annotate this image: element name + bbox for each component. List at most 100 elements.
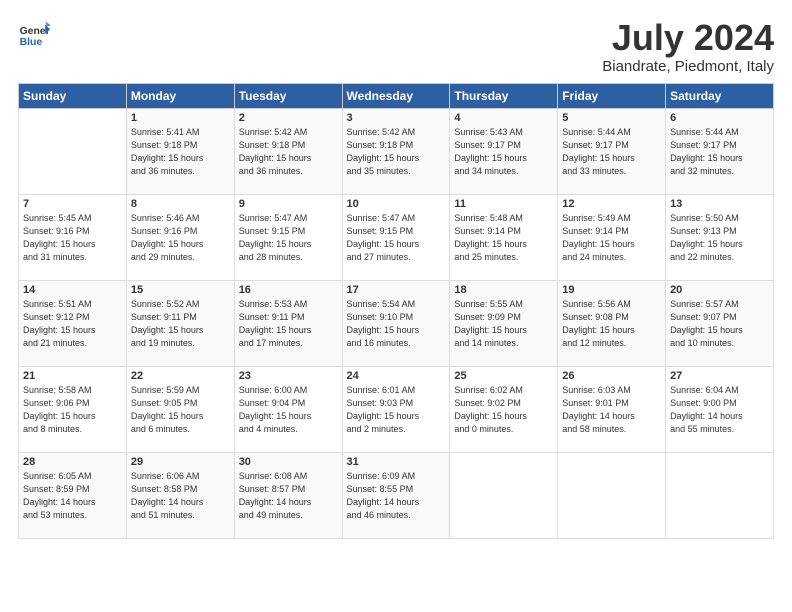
day-cell: 9 Sunrise: 5:47 AM Sunset: 9:15 PM Daylig… bbox=[234, 194, 342, 280]
day-info: Sunrise: 6:06 AM Sunset: 8:58 PM Dayligh… bbox=[131, 470, 230, 522]
day-info: Sunrise: 5:53 AM Sunset: 9:11 PM Dayligh… bbox=[239, 298, 338, 350]
week-row-5: 28Sunrise: 6:05 AM Sunset: 8:59 PM Dayli… bbox=[19, 452, 774, 538]
day-number: 1 bbox=[131, 112, 230, 124]
day-info: Sunrise: 5:55 AM Sunset: 9:09 PM Dayligh… bbox=[454, 298, 553, 350]
day-number: 9 bbox=[239, 198, 338, 210]
svg-text:Blue: Blue bbox=[20, 37, 43, 48]
day-info: Sunrise: 6:01 AM Sunset: 9:03 PM Dayligh… bbox=[347, 384, 446, 436]
day-number: 23 bbox=[239, 370, 338, 382]
day-cell: 3Sunrise: 5:42 AM Sunset: 9:18 PM Daylig… bbox=[342, 108, 450, 194]
day-cell: 27 Sunrise: 6:04 AM Sunset: 9:00 PM Dayli… bbox=[666, 366, 774, 452]
day-cell: 31Sunrise: 6:09 AM Sunset: 8:55 PM Dayli… bbox=[342, 452, 450, 538]
day-info: Sunrise: 5:45 AM Sunset: 9:16 PM Dayligh… bbox=[23, 212, 122, 264]
day-cell: 13 Sunrise: 5:50 AM Sunset: 9:13 PM Dayli… bbox=[666, 194, 774, 280]
day-cell: 4Sunrise: 5:43 AM Sunset: 9:17 PM Daylig… bbox=[450, 108, 558, 194]
day-cell: 14 Sunrise: 5:51 AM Sunset: 9:12 PM Dayli… bbox=[19, 280, 127, 366]
calendar-table: SundayMondayTuesdayWednesdayThursdayFrid… bbox=[18, 83, 774, 539]
day-cell: 25 Sunrise: 6:02 AM Sunset: 9:02 PM Dayli… bbox=[450, 366, 558, 452]
day-info: Sunrise: 5:54 AM Sunset: 9:10 PM Dayligh… bbox=[347, 298, 446, 350]
day-number: 15 bbox=[131, 284, 230, 296]
day-number: 20 bbox=[670, 284, 769, 296]
day-cell: 7 Sunrise: 5:45 AM Sunset: 9:16 PM Daylig… bbox=[19, 194, 127, 280]
header-day-thursday: Thursday bbox=[450, 83, 558, 108]
day-cell bbox=[558, 452, 666, 538]
day-info: Sunrise: 5:46 AM Sunset: 9:16 PM Dayligh… bbox=[131, 212, 230, 264]
day-cell: 17 Sunrise: 5:54 AM Sunset: 9:10 PM Dayli… bbox=[342, 280, 450, 366]
day-info: Sunrise: 6:09 AM Sunset: 8:55 PM Dayligh… bbox=[347, 470, 446, 522]
day-number: 8 bbox=[131, 198, 230, 210]
week-row-1: 1 Sunrise: 5:41 AM Sunset: 9:18 PM Daylig… bbox=[19, 108, 774, 194]
day-cell: 22 Sunrise: 5:59 AM Sunset: 9:05 PM Dayli… bbox=[126, 366, 234, 452]
day-cell: 2Sunrise: 5:42 AM Sunset: 9:18 PM Daylig… bbox=[234, 108, 342, 194]
day-number: 27 bbox=[670, 370, 769, 382]
main-container: General Blue July 2024 Biandrate, Piedmo… bbox=[0, 0, 792, 549]
day-number: 16 bbox=[239, 284, 338, 296]
day-number: 29 bbox=[131, 456, 230, 468]
day-number: 21 bbox=[23, 370, 122, 382]
day-info: Sunrise: 6:02 AM Sunset: 9:02 PM Dayligh… bbox=[454, 384, 553, 436]
title-block: July 2024 Biandrate, Piedmont, Italy bbox=[602, 18, 774, 75]
day-info: Sunrise: 6:05 AM Sunset: 8:59 PM Dayligh… bbox=[23, 470, 122, 522]
day-cell: 23 Sunrise: 6:00 AM Sunset: 9:04 PM Dayli… bbox=[234, 366, 342, 452]
day-number: 30 bbox=[239, 456, 338, 468]
logo-icon: General Blue bbox=[18, 18, 50, 50]
day-info: Sunrise: 5:42 AM Sunset: 9:18 PM Dayligh… bbox=[239, 126, 338, 178]
day-cell: 12 Sunrise: 5:49 AM Sunset: 9:14 PM Dayli… bbox=[558, 194, 666, 280]
day-info: Sunrise: 5:56 AM Sunset: 9:08 PM Dayligh… bbox=[562, 298, 661, 350]
day-info: Sunrise: 6:04 AM Sunset: 9:00 PM Dayligh… bbox=[670, 384, 769, 436]
day-info: Sunrise: 5:58 AM Sunset: 9:06 PM Dayligh… bbox=[23, 384, 122, 436]
week-row-4: 21 Sunrise: 5:58 AM Sunset: 9:06 PM Dayli… bbox=[19, 366, 774, 452]
week-row-2: 7 Sunrise: 5:45 AM Sunset: 9:16 PM Daylig… bbox=[19, 194, 774, 280]
day-info: Sunrise: 5:48 AM Sunset: 9:14 PM Dayligh… bbox=[454, 212, 553, 264]
day-number: 14 bbox=[23, 284, 122, 296]
day-info: Sunrise: 5:49 AM Sunset: 9:14 PM Dayligh… bbox=[562, 212, 661, 264]
day-cell: 11 Sunrise: 5:48 AM Sunset: 9:14 PM Dayli… bbox=[450, 194, 558, 280]
day-info: Sunrise: 6:00 AM Sunset: 9:04 PM Dayligh… bbox=[239, 384, 338, 436]
day-cell: 20 Sunrise: 5:57 AM Sunset: 9:07 PM Dayli… bbox=[666, 280, 774, 366]
day-number: 17 bbox=[347, 284, 446, 296]
day-info: Sunrise: 5:51 AM Sunset: 9:12 PM Dayligh… bbox=[23, 298, 122, 350]
day-cell: 21 Sunrise: 5:58 AM Sunset: 9:06 PM Dayli… bbox=[19, 366, 127, 452]
day-number: 22 bbox=[131, 370, 230, 382]
day-info: Sunrise: 5:47 AM Sunset: 9:15 PM Dayligh… bbox=[239, 212, 338, 264]
day-number: 25 bbox=[454, 370, 553, 382]
day-number: 18 bbox=[454, 284, 553, 296]
day-cell: 15Sunrise: 5:52 AM Sunset: 9:11 PM Dayli… bbox=[126, 280, 234, 366]
day-number: 4 bbox=[454, 112, 553, 124]
day-cell: 29 Sunrise: 6:06 AM Sunset: 8:58 PM Dayli… bbox=[126, 452, 234, 538]
day-cell: 19Sunrise: 5:56 AM Sunset: 9:08 PM Dayli… bbox=[558, 280, 666, 366]
day-number: 3 bbox=[347, 112, 446, 124]
day-info: Sunrise: 5:57 AM Sunset: 9:07 PM Dayligh… bbox=[670, 298, 769, 350]
day-info: Sunrise: 5:41 AM Sunset: 9:18 PM Dayligh… bbox=[131, 126, 230, 178]
day-info: Sunrise: 5:47 AM Sunset: 9:15 PM Dayligh… bbox=[347, 212, 446, 264]
day-number: 10 bbox=[347, 198, 446, 210]
day-number: 24 bbox=[347, 370, 446, 382]
day-cell: 18 Sunrise: 5:55 AM Sunset: 9:09 PM Dayli… bbox=[450, 280, 558, 366]
day-number: 26 bbox=[562, 370, 661, 382]
day-cell bbox=[19, 108, 127, 194]
day-info: Sunrise: 5:59 AM Sunset: 9:05 PM Dayligh… bbox=[131, 384, 230, 436]
day-number: 12 bbox=[562, 198, 661, 210]
month-title: July 2024 bbox=[602, 18, 774, 58]
day-number: 13 bbox=[670, 198, 769, 210]
day-info: Sunrise: 6:03 AM Sunset: 9:01 PM Dayligh… bbox=[562, 384, 661, 436]
day-number: 5 bbox=[562, 112, 661, 124]
day-cell: 1 Sunrise: 5:41 AM Sunset: 9:18 PM Daylig… bbox=[126, 108, 234, 194]
day-cell: 24 Sunrise: 6:01 AM Sunset: 9:03 PM Dayli… bbox=[342, 366, 450, 452]
day-cell bbox=[666, 452, 774, 538]
day-number: 6 bbox=[670, 112, 769, 124]
day-info: Sunrise: 5:50 AM Sunset: 9:13 PM Dayligh… bbox=[670, 212, 769, 264]
day-info: Sunrise: 5:44 AM Sunset: 9:17 PM Dayligh… bbox=[670, 126, 769, 178]
header-day-monday: Monday bbox=[126, 83, 234, 108]
logo: General Blue bbox=[18, 18, 50, 50]
day-cell: 5Sunrise: 5:44 AM Sunset: 9:17 PM Daylig… bbox=[558, 108, 666, 194]
day-cell: 28Sunrise: 6:05 AM Sunset: 8:59 PM Dayli… bbox=[19, 452, 127, 538]
day-number: 7 bbox=[23, 198, 122, 210]
location-title: Biandrate, Piedmont, Italy bbox=[602, 58, 774, 75]
header-day-sunday: Sunday bbox=[19, 83, 127, 108]
day-number: 11 bbox=[454, 198, 553, 210]
header: General Blue July 2024 Biandrate, Piedmo… bbox=[18, 18, 774, 75]
day-cell: 10 Sunrise: 5:47 AM Sunset: 9:15 PM Dayli… bbox=[342, 194, 450, 280]
header-row: SundayMondayTuesdayWednesdayThursdayFrid… bbox=[19, 83, 774, 108]
day-cell bbox=[450, 452, 558, 538]
